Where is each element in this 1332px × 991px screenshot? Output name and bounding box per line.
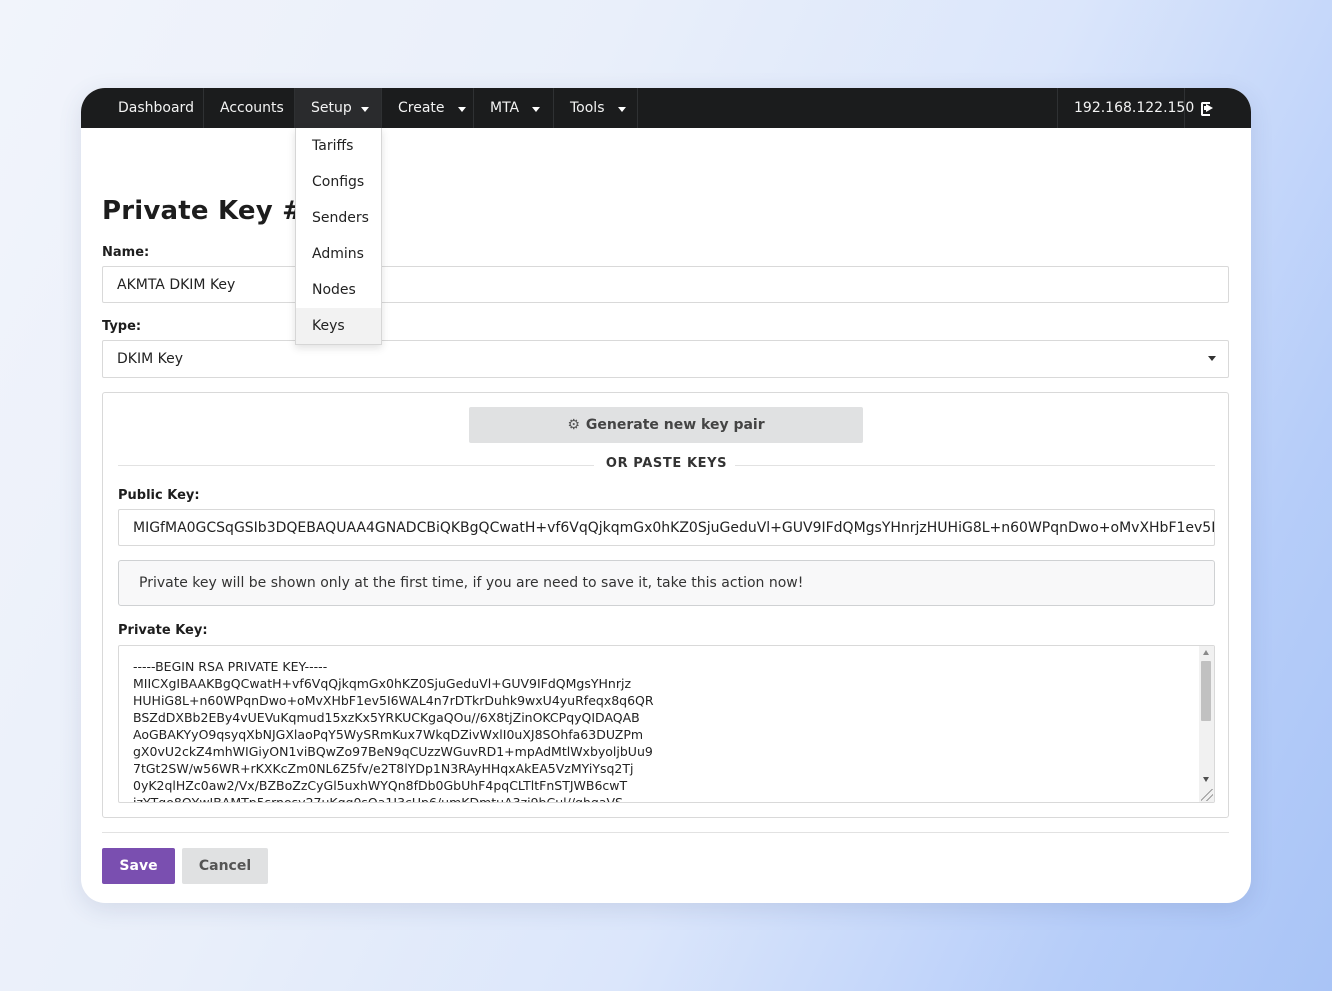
menu-item-tariffs[interactable]: Tariffs <box>296 128 381 164</box>
logout-button[interactable] <box>1184 88 1230 128</box>
type-label: Type: <box>102 319 142 334</box>
setup-dropdown-menu: Tariffs Configs Senders Admins Nodes Key… <box>295 128 382 345</box>
main-card: Dashboard Accounts Setup Create MTA Tool… <box>81 88 1251 903</box>
chevron-down-icon <box>532 106 541 112</box>
menu-item-nodes[interactable]: Nodes <box>296 272 381 308</box>
generate-key-pair-button[interactable]: ⚙ Generate new key pair <box>469 407 863 443</box>
type-select-value: DKIM Key <box>117 351 184 367</box>
sign-out-icon <box>1201 102 1215 116</box>
scroll-down-arrow-icon[interactable] <box>1203 777 1209 782</box>
cancel-button[interactable]: Cancel <box>182 848 268 884</box>
top-navbar: Dashboard Accounts Setup Create MTA Tool… <box>81 88 1251 128</box>
nav-tools-label: Tools <box>570 100 605 116</box>
public-key-value: MIGfMA0GCSqGSIb3DQEBAQUAA4GNADCBiQKBgQCw… <box>133 519 1215 536</box>
save-button[interactable]: Save <box>102 848 175 884</box>
menu-item-configs[interactable]: Configs <box>296 164 381 200</box>
save-button-label: Save <box>119 858 158 874</box>
name-label: Name: <box>102 245 150 260</box>
textarea-scrollbar[interactable] <box>1199 646 1214 802</box>
public-key-label: Public Key: <box>118 488 200 503</box>
nav-dashboard[interactable]: Dashboard <box>102 88 204 128</box>
nav-accounts-label: Accounts <box>220 100 284 116</box>
nav-create-label: Create <box>398 100 445 116</box>
menu-item-admins[interactable]: Admins <box>296 236 381 272</box>
resize-handle-icon[interactable] <box>1201 789 1213 801</box>
page-title: Private Key #n <box>102 196 323 226</box>
dropdown-caret-icon <box>1208 356 1216 361</box>
cancel-button-label: Cancel <box>198 858 252 874</box>
server-ip-label: 192.168.122.150 <box>1074 100 1195 116</box>
nav-create[interactable]: Create <box>382 88 474 128</box>
scroll-up-arrow-icon[interactable] <box>1203 650 1209 655</box>
private-key-textarea[interactable]: -----BEGIN RSA PRIVATE KEY----- MIICXgIB… <box>118 645 1215 803</box>
menu-item-senders[interactable]: Senders <box>296 200 381 236</box>
nav-server-ip[interactable]: 192.168.122.150 <box>1057 88 1194 128</box>
or-paste-keys-text: OR PASTE KEYS <box>605 456 728 471</box>
scrollbar-thumb[interactable] <box>1201 661 1211 721</box>
nav-accounts[interactable]: Accounts <box>204 88 295 128</box>
public-key-input[interactable]: MIGfMA0GCSqGSIb3DQEBAQUAA4GNADCBiQKBgQCw… <box>118 509 1215 546</box>
or-paste-keys-divider: OR PASTE KEYS <box>103 456 1230 471</box>
nav-mta-label: MTA <box>490 100 520 116</box>
nav-dashboard-label: Dashboard <box>118 100 194 116</box>
gear-icon: ⚙ <box>567 417 580 433</box>
private-key-notice-text: Private key will be shown only at the fi… <box>139 575 804 591</box>
menu-item-keys[interactable]: Keys <box>296 308 381 344</box>
nav-setup-label: Setup <box>311 100 352 116</box>
nav-tools[interactable]: Tools <box>554 88 638 128</box>
name-input-value: AKMTA DKIM Key <box>117 276 236 293</box>
keys-segment: ⚙ Generate new key pair OR PASTE KEYS Pu… <box>102 392 1229 818</box>
chevron-down-icon <box>457 106 466 112</box>
name-input[interactable]: AKMTA DKIM Key <box>102 266 1229 303</box>
nav-mta[interactable]: MTA <box>474 88 554 128</box>
chevron-down-icon <box>617 106 626 112</box>
nav-setup[interactable]: Setup <box>295 88 382 128</box>
private-key-value: -----BEGIN RSA PRIVATE KEY----- MIICXgIB… <box>133 659 654 803</box>
form-divider <box>102 832 1229 833</box>
private-key-notice: Private key will be shown only at the fi… <box>118 560 1215 606</box>
generate-key-pair-label: Generate new key pair <box>585 417 765 433</box>
private-key-label: Private Key: <box>118 623 208 638</box>
chevron-down-icon <box>360 106 369 112</box>
divider-line-right <box>735 465 1215 466</box>
type-select[interactable]: DKIM Key <box>102 340 1229 378</box>
